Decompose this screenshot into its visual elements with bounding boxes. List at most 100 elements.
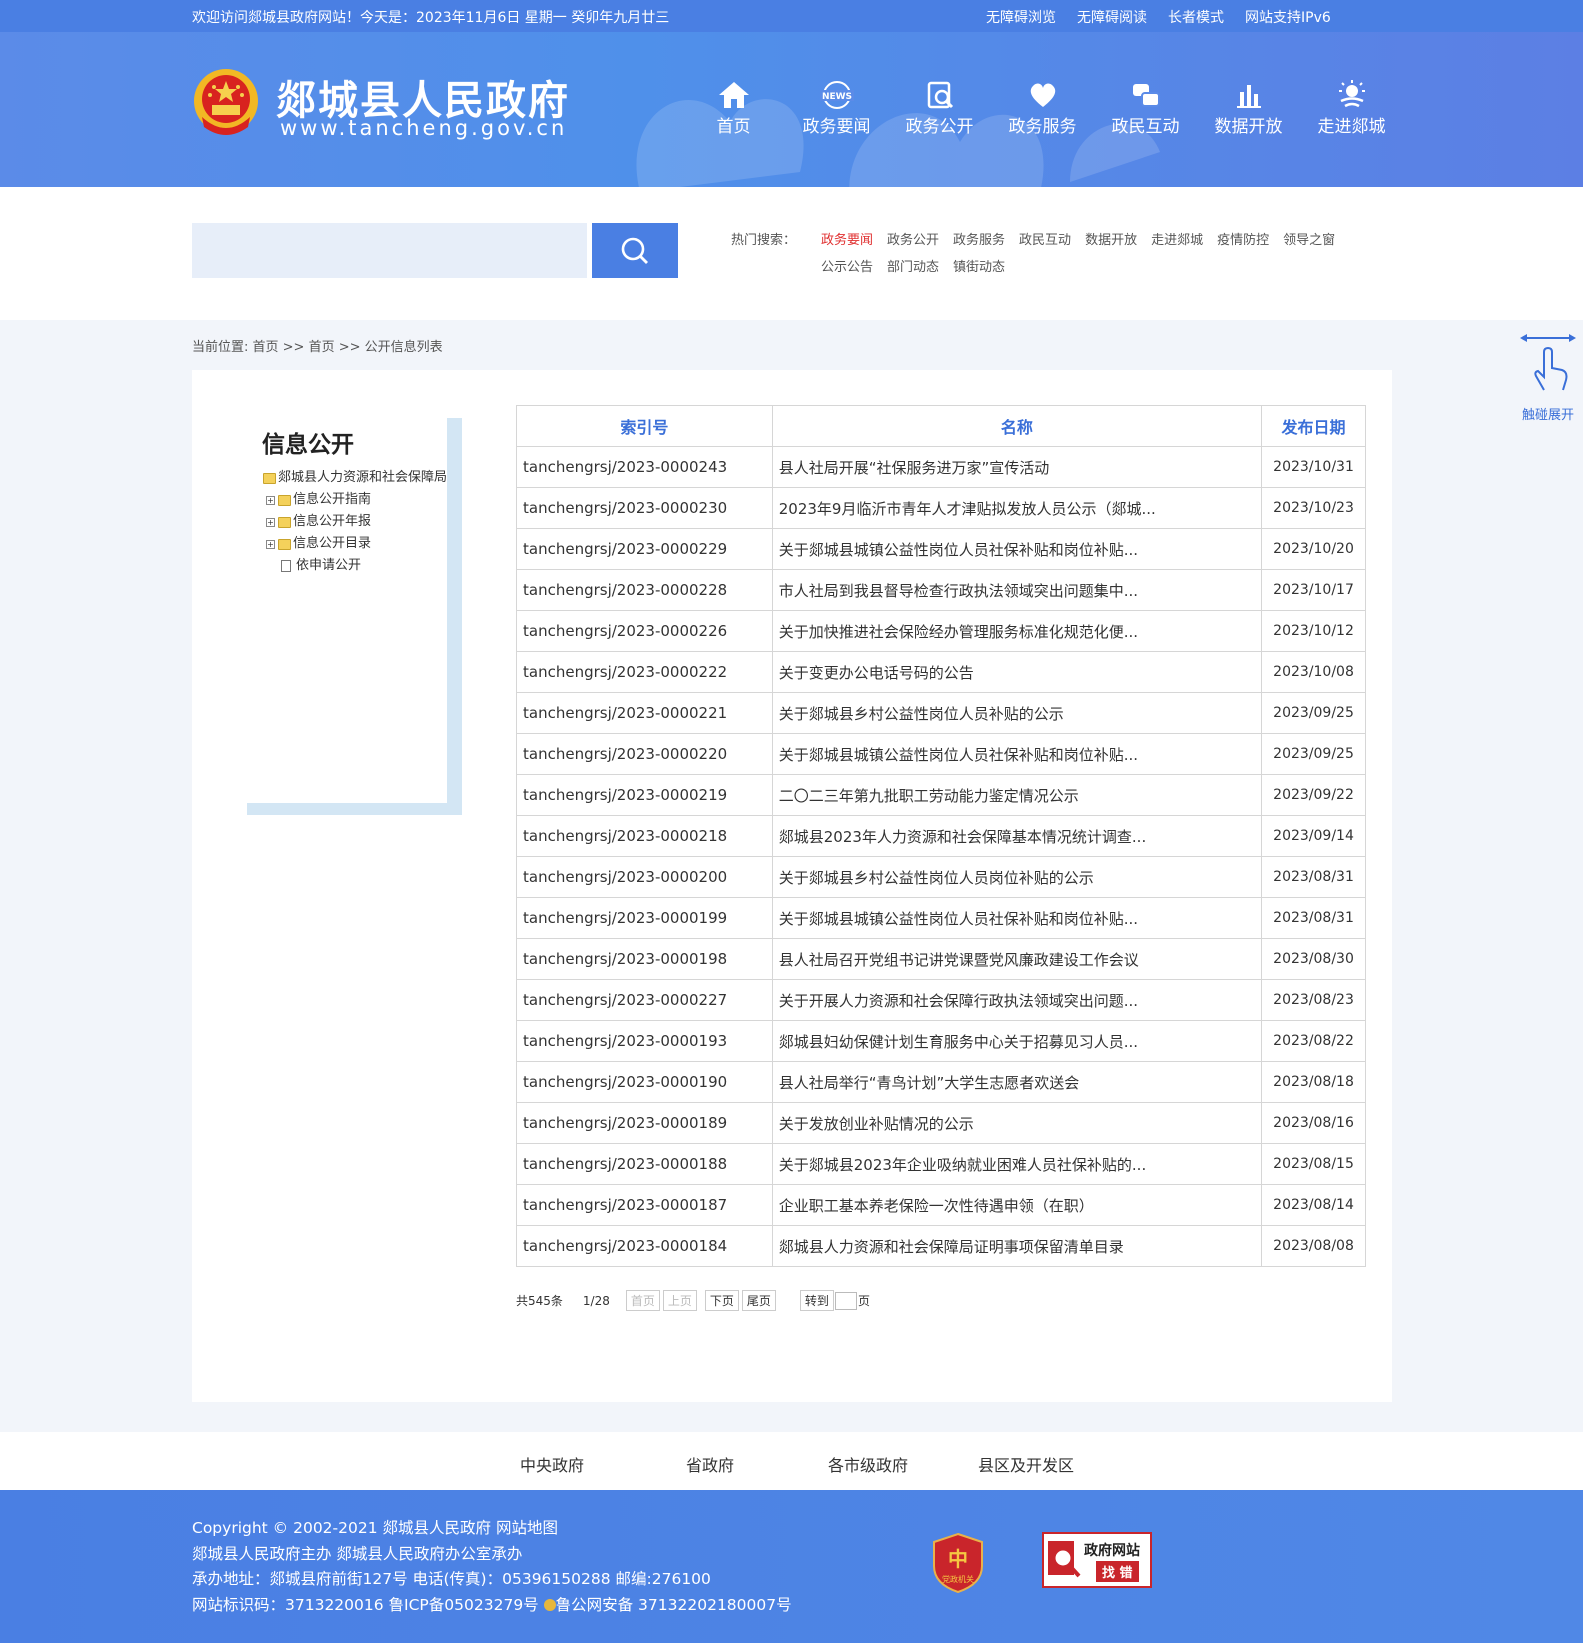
cell-date: 2023/08/22 xyxy=(1261,1020,1366,1062)
cell-title[interactable]: 县人社局开展“社保服务进万家”宣传活动 xyxy=(771,446,1263,488)
cell-title[interactable]: 关于开展人力资源和社会保障行政执法领域突出问题... xyxy=(771,979,1263,1021)
document-search-icon xyxy=(927,81,953,109)
table-row[interactable]: tanchengrsj/2023-0000229 关于郯城县城镇公益性岗位人员社保… xyxy=(516,528,1366,570)
search-button[interactable] xyxy=(592,223,678,278)
tree-item-guide[interactable]: + 信息公开指南 xyxy=(263,489,447,511)
hot-word[interactable]: 走进郯城 xyxy=(1151,227,1203,254)
expand-plus-icon[interactable]: + xyxy=(266,539,275,549)
touch-expand[interactable]: 触碰展开 xyxy=(1508,330,1583,423)
tree-root[interactable]: 郯城县人力资源和社会保障局 xyxy=(263,467,447,489)
sidebar-title: 信息公开 xyxy=(262,432,354,458)
table-row[interactable]: tanchengrsj/2023-0000219 二〇二三年第九批职工劳动能力鉴定… xyxy=(516,774,1366,816)
link-barrier-free-browse[interactable]: 无障碍浏览 xyxy=(986,7,1056,27)
cell-title[interactable]: 市人社局到我县督导检查行政执法领域突出问题集中... xyxy=(771,569,1263,611)
table-row[interactable]: tanchengrsj/2023-0000188 关于郯城县2023年企业吸纳就业… xyxy=(516,1143,1366,1185)
next-page-button[interactable]: 下页 xyxy=(704,1290,739,1311)
breadcrumb-home[interactable]: 首页 xyxy=(253,340,279,355)
expand-plus-icon[interactable]: + xyxy=(266,517,275,527)
table-row[interactable]: tanchengrsj/2023-0000187 企业职工基本养老保险一次性待遇申… xyxy=(516,1184,1366,1226)
footer-link-county[interactable]: 县区及开发区 xyxy=(978,1452,1074,1476)
footer-link-province[interactable]: 省政府 xyxy=(686,1452,734,1476)
last-page-button[interactable]: 尾页 xyxy=(741,1290,776,1311)
cell-title[interactable]: 企业职工基本养老保险一次性待遇申领（在职） xyxy=(771,1184,1263,1226)
cell-title[interactable]: 县人社局召开党组书记讲党课暨党风廉政建设工作会议 xyxy=(771,938,1263,980)
tree-item-catalog[interactable]: + 信息公开目录 xyxy=(263,533,447,555)
tree-item-annual-report[interactable]: + 信息公开年报 xyxy=(263,511,447,533)
main-nav: 首页 NEWS 政务要闻 政务公开 政务服务 政民互动 数据开放 走进郯城 xyxy=(682,76,1403,137)
tree-item-apply[interactable]: 依申请公开 xyxy=(263,555,447,577)
gov-site-error-report[interactable]: 政府网站 找 错 xyxy=(1042,1532,1152,1588)
table-row[interactable]: tanchengrsj/2023-0000200 关于郯城县乡村公益性岗位人员岗位… xyxy=(516,856,1366,898)
cell-title[interactable]: 关于郯城县2023年企业吸纳就业困难人员社保补贴的... xyxy=(771,1143,1263,1185)
prev-page-button[interactable]: 上页 xyxy=(662,1290,697,1311)
table-row[interactable]: tanchengrsj/2023-0000218 郯城县2023年人力资源和社会保… xyxy=(516,815,1366,857)
table-body: tanchengrsj/2023-0000243 县人社局开展“社保服务进万家”宣… xyxy=(516,446,1366,1267)
link-elder-mode[interactable]: 长者模式 xyxy=(1168,7,1224,27)
expand-plus-icon[interactable]: + xyxy=(266,495,275,505)
table-row[interactable]: tanchengrsj/2023-0000199 关于郯城县城镇公益性岗位人员社保… xyxy=(516,897,1366,939)
cell-title[interactable]: 关于郯城县城镇公益性岗位人员社保补贴和岗位补贴... xyxy=(771,528,1263,570)
table-row[interactable]: tanchengrsj/2023-0000220 关于郯城县城镇公益性岗位人员社保… xyxy=(516,733,1366,775)
cell-title[interactable]: 关于加快推进社会保险经办管理服务标准化规范化便... xyxy=(771,610,1263,652)
cell-title[interactable]: 郯城县2023年人力资源和社会保障基本情况统计调查... xyxy=(771,815,1263,857)
hot-word[interactable]: 镇街动态 xyxy=(953,254,1005,281)
cell-title[interactable]: 关于郯城县城镇公益性岗位人员社保补贴和岗位补贴... xyxy=(771,733,1263,775)
hot-word[interactable]: 领导之窗 xyxy=(1283,227,1335,254)
link-ipv6[interactable]: 网站支持IPv6 xyxy=(1245,7,1331,27)
first-page-button[interactable]: 首页 xyxy=(625,1290,660,1311)
hot-word[interactable]: 公示公告 xyxy=(821,254,873,281)
cell-date: 2023/08/08 xyxy=(1261,1225,1366,1267)
table-row[interactable]: tanchengrsj/2023-0000189 关于发放创业补贴情况的公示 202… xyxy=(516,1102,1366,1144)
table-row[interactable]: tanchengrsj/2023-0000198 县人社局召开党组书记讲党课暨党风… xyxy=(516,938,1366,980)
cell-title[interactable]: 二〇二三年第九批职工劳动能力鉴定情况公示 xyxy=(771,774,1263,816)
goto-button[interactable]: 转到 xyxy=(799,1290,834,1311)
nav-gov-open[interactable]: 政务公开 xyxy=(888,76,991,137)
hot-word[interactable]: 疫情防控 xyxy=(1217,227,1269,254)
table-row[interactable]: tanchengrsj/2023-0000184 郯城县人力资源和社会保障局证明事… xyxy=(516,1225,1366,1267)
goto-page-input[interactable] xyxy=(834,1291,857,1310)
table-row[interactable]: tanchengrsj/2023-0000222 关于变更办公电话号码的公告 202… xyxy=(516,651,1366,693)
badge-line2: 找 错 xyxy=(1096,1561,1139,1582)
sitemap-link[interactable]: 网站地图 xyxy=(496,1519,558,1537)
link-barrier-free-read[interactable]: 无障碍阅读 xyxy=(1077,7,1147,27)
hot-word[interactable]: 部门动态 xyxy=(887,254,939,281)
cell-date: 2023/09/25 xyxy=(1261,733,1366,775)
nav-data-open[interactable]: 数据开放 xyxy=(1197,76,1300,137)
nav-home[interactable]: 首页 xyxy=(682,76,785,137)
footer-link-central[interactable]: 中央政府 xyxy=(520,1452,584,1476)
nav-gov-service[interactable]: 政务服务 xyxy=(991,76,1094,137)
hot-word[interactable]: 政务公开 xyxy=(887,227,939,254)
folder-open-icon xyxy=(263,472,276,484)
table-row[interactable]: tanchengrsj/2023-0000221 关于郯城县乡村公益性岗位人员补贴… xyxy=(516,692,1366,734)
hot-word[interactable]: 数据开放 xyxy=(1085,227,1137,254)
cell-title[interactable]: 关于郯城县乡村公益性岗位人员岗位补贴的公示 xyxy=(771,856,1263,898)
hot-word[interactable]: 政民互动 xyxy=(1019,227,1071,254)
cell-title[interactable]: 郯城县妇幼保健计划生育服务中心关于招募见习人员... xyxy=(771,1020,1263,1062)
hot-word[interactable]: 政务要闻 xyxy=(821,227,873,254)
cell-title[interactable]: 县人社局举行“青鸟计划”大学生志愿者欢送会 xyxy=(771,1061,1263,1103)
hot-word[interactable]: 政务服务 xyxy=(953,227,1005,254)
nav-news[interactable]: NEWS 政务要闻 xyxy=(785,76,888,137)
table-row[interactable]: tanchengrsj/2023-0000228 市人社局到我县督导检查行政执法领… xyxy=(516,569,1366,611)
breadcrumb-home-2[interactable]: 首页 xyxy=(309,340,335,355)
cell-title[interactable]: 关于发放创业补贴情况的公示 xyxy=(771,1102,1263,1144)
cell-date: 2023/09/22 xyxy=(1261,774,1366,816)
table-row[interactable]: tanchengrsj/2023-0000193 郯城县妇幼保健计划生育服务中心关… xyxy=(516,1020,1366,1062)
party-gov-badge-icon[interactable]: 中 党政机关 xyxy=(932,1532,984,1594)
breadcrumb-separator: >> xyxy=(278,340,309,355)
nav-interaction[interactable]: 政民互动 xyxy=(1094,76,1197,137)
cell-title[interactable]: 关于变更办公电话号码的公告 xyxy=(771,651,1263,693)
nav-about[interactable]: 走进郯城 xyxy=(1300,76,1403,137)
search-input[interactable] xyxy=(192,223,587,278)
cell-title[interactable]: 关于郯城县乡村公益性岗位人员补贴的公示 xyxy=(771,692,1263,734)
table-row[interactable]: tanchengrsj/2023-0000226 关于加快推进社会保险经办管理服务… xyxy=(516,610,1366,652)
cell-title[interactable]: 2023年9月临沂市青年人才津贴拟发放人员公示（郯城... xyxy=(771,487,1263,529)
cell-title[interactable]: 关于郯城县城镇公益性岗位人员社保补贴和岗位补贴... xyxy=(771,897,1263,939)
table-row[interactable]: tanchengrsj/2023-0000227 关于开展人力资源和社会保障行政执… xyxy=(516,979,1366,1021)
table-row[interactable]: tanchengrsj/2023-0000243 县人社局开展“社保服务进万家”宣… xyxy=(516,446,1366,488)
table-row[interactable]: tanchengrsj/2023-0000230 2023年9月临沂市青年人才津贴… xyxy=(516,487,1366,529)
cell-title[interactable]: 郯城县人力资源和社会保障局证明事项保留清单目录 xyxy=(771,1225,1263,1267)
footer-link-city[interactable]: 各市级政府 xyxy=(828,1452,908,1476)
police-record-text[interactable]: 鲁公网安备 37132202180007号 xyxy=(556,1596,792,1614)
table-row[interactable]: tanchengrsj/2023-0000190 县人社局举行“青鸟计划”大学生志… xyxy=(516,1061,1366,1103)
